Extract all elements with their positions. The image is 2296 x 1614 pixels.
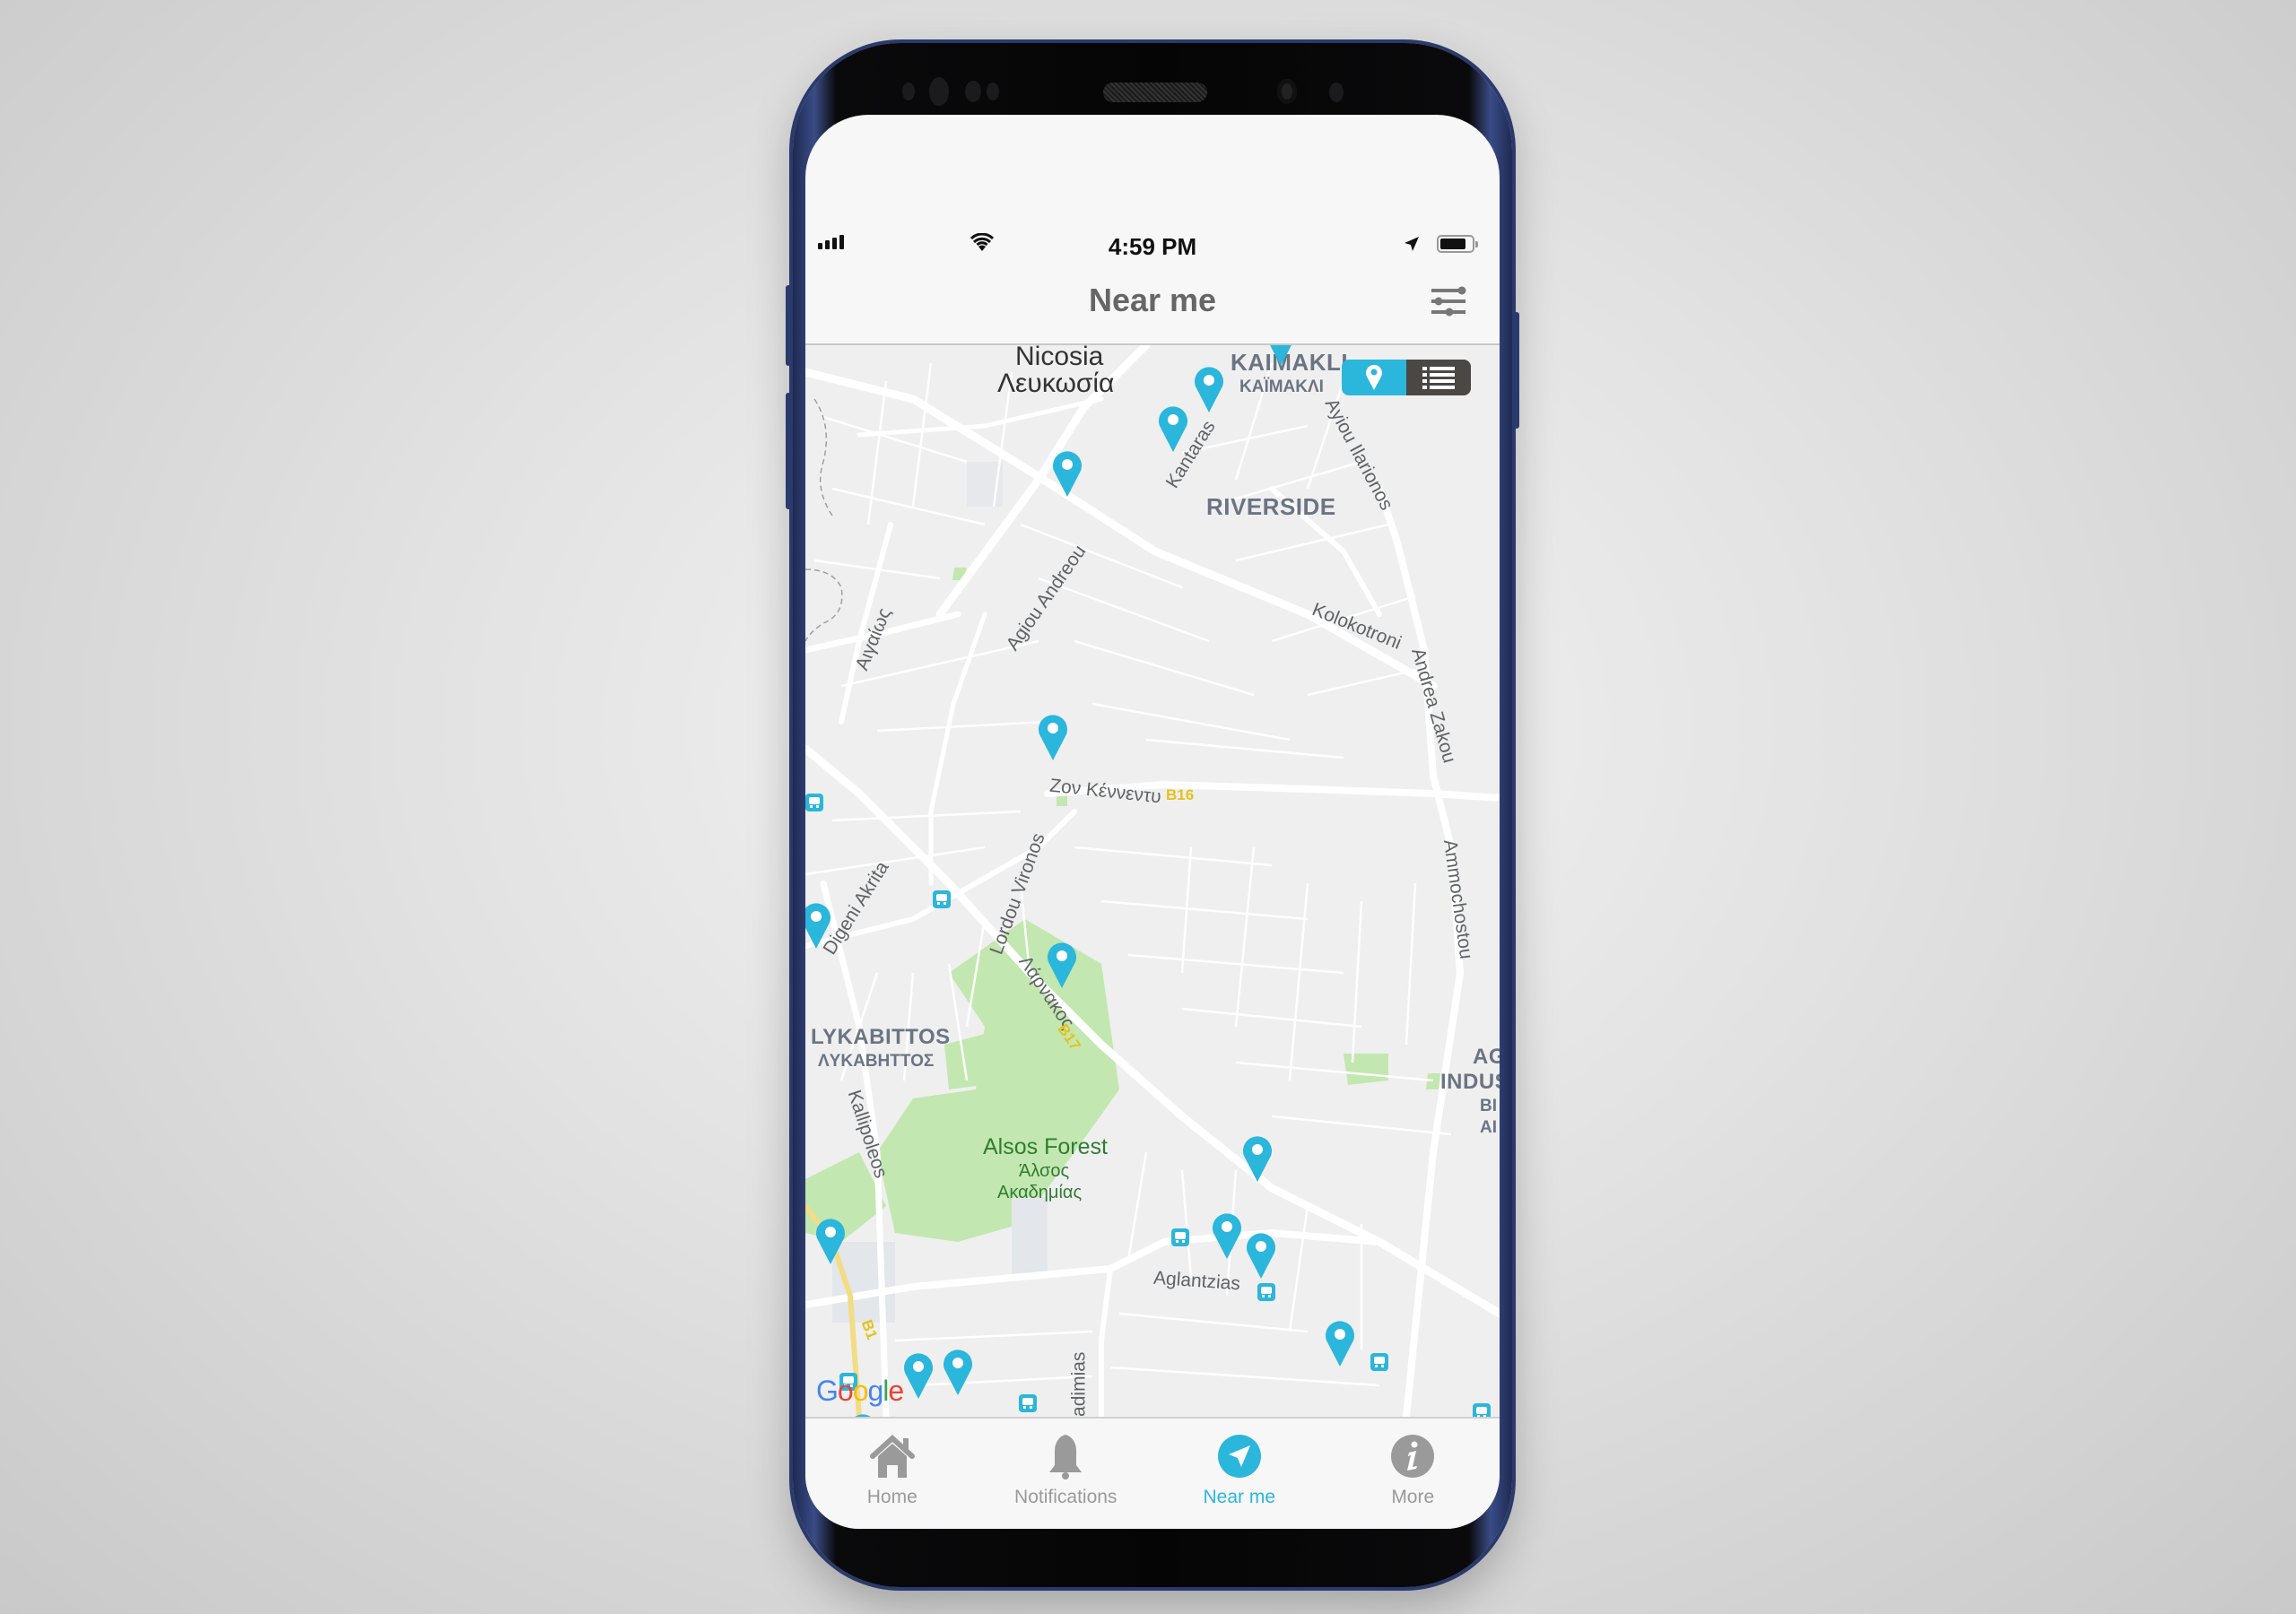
map-pin-icon[interactable] bbox=[1037, 713, 1069, 761]
map-label-alsos-greek-1: Άλσος bbox=[1019, 1161, 1070, 1181]
power-button bbox=[1514, 312, 1519, 429]
map-pin-icon[interactable] bbox=[814, 1217, 847, 1265]
sensor bbox=[987, 82, 999, 100]
bus-stop-icon[interactable] bbox=[1171, 1228, 1189, 1246]
phone-frame: 4:59 PM Near me Nicosia Λευκωσία KAIMAKL… bbox=[786, 43, 1519, 1587]
map-pin-icon[interactable] bbox=[805, 901, 832, 950]
map-label-riverside: RIVERSIDE bbox=[1206, 493, 1336, 520]
bus-stop-icon[interactable] bbox=[933, 890, 951, 908]
tab-near-me[interactable]: Near me bbox=[1152, 1419, 1326, 1529]
map-base-layer bbox=[805, 345, 1500, 1417]
view-toggle bbox=[1342, 360, 1471, 395]
map-pin-icon[interactable] bbox=[942, 1348, 974, 1396]
map-label-industrial: BI bbox=[1480, 1097, 1497, 1115]
park bbox=[944, 1027, 1021, 1089]
map-pin-icon[interactable] bbox=[902, 1351, 935, 1400]
bus-stop-icon[interactable] bbox=[805, 794, 823, 811]
bus-stop-icon[interactable] bbox=[1257, 1283, 1275, 1301]
bus-stop-icon[interactable] bbox=[1473, 1403, 1491, 1417]
map-label-alsos-greek-2: Ακαδημίας bbox=[997, 1183, 1083, 1202]
google-attribution-logo[interactable]: Google bbox=[816, 1375, 904, 1408]
map-label-city-greek: Λευκωσία bbox=[997, 369, 1115, 398]
volume-button bbox=[786, 285, 791, 366]
map-view-button[interactable] bbox=[1342, 360, 1406, 395]
map-label-lykabittos-greek: ΛYKABHTTOΣ bbox=[818, 1052, 935, 1071]
bixby-button bbox=[786, 393, 791, 509]
map-view[interactable]: Nicosia Λευκωσία KAIMAKLI KAÏMAKΛI RIVER… bbox=[805, 345, 1500, 1417]
home-icon bbox=[869, 1434, 915, 1478]
built-area bbox=[1012, 1197, 1048, 1278]
map-label-industrial: AG bbox=[1473, 1045, 1500, 1069]
iris-scanner bbox=[929, 77, 949, 106]
map-pin-icon[interactable] bbox=[1193, 365, 1225, 413]
boundary bbox=[813, 398, 833, 516]
status-time: 4:59 PM bbox=[1108, 233, 1197, 260]
sliders-filter-icon[interactable] bbox=[1428, 283, 1469, 319]
earpiece-speaker bbox=[1103, 82, 1207, 102]
map-label-alsos-forest: Alsos Forest bbox=[983, 1134, 1108, 1159]
sensor bbox=[902, 82, 915, 100]
map-pin-icon[interactable] bbox=[1157, 404, 1189, 453]
navigation-arrow-icon bbox=[1217, 1435, 1261, 1478]
list-icon bbox=[1422, 367, 1455, 389]
road bbox=[1099, 1266, 1113, 1417]
map-pin-icon[interactable] bbox=[1051, 449, 1083, 498]
map-label-kaimakli-greek: KAÏMAKΛI bbox=[1239, 377, 1324, 396]
front-camera bbox=[1277, 79, 1297, 104]
map-pin-icon[interactable] bbox=[1245, 1231, 1277, 1280]
boundary bbox=[805, 568, 843, 642]
map-pin-icon[interactable] bbox=[1241, 1134, 1274, 1183]
route-label-b16: B16 bbox=[1166, 786, 1195, 803]
map-label-industrial: INDUS bbox=[1440, 1070, 1500, 1094]
map-pin-icon[interactable] bbox=[1265, 345, 1297, 367]
tab-more[interactable]: More bbox=[1326, 1419, 1500, 1529]
map-pin-icon[interactable] bbox=[1324, 1319, 1356, 1367]
park bbox=[1426, 1073, 1440, 1089]
map-pin-icon[interactable] bbox=[1211, 1211, 1243, 1260]
tab-label: Near me bbox=[1203, 1487, 1276, 1507]
tab-label: More bbox=[1391, 1487, 1435, 1507]
bottom-tab-bar: Home Notifications Near me More bbox=[805, 1419, 1500, 1529]
sensor bbox=[965, 81, 981, 102]
tab-label: Home bbox=[866, 1487, 918, 1507]
map-pin-icon[interactable] bbox=[1046, 941, 1078, 989]
map-label-industrial: AI bbox=[1480, 1118, 1497, 1137]
map-label-lykabittos: LYKABITTOS bbox=[811, 1025, 951, 1049]
road bbox=[857, 396, 1104, 438]
bell-icon bbox=[1049, 1435, 1083, 1480]
map-pin-icon bbox=[1366, 364, 1382, 390]
list-view-button[interactable] bbox=[1406, 360, 1471, 395]
app-screen: 4:59 PM Near me Nicosia Λευκωσία KAIMAKL… bbox=[805, 115, 1500, 1529]
park bbox=[1344, 1054, 1388, 1085]
bus-stop-icon[interactable] bbox=[1370, 1353, 1388, 1371]
tab-notifications[interactable]: Notifications bbox=[979, 1419, 1153, 1529]
tab-home[interactable]: Home bbox=[805, 1419, 979, 1529]
street-label: kadimias bbox=[1068, 1351, 1090, 1417]
bus-stop-icon[interactable] bbox=[1019, 1394, 1037, 1412]
location-arrow-icon bbox=[1405, 237, 1419, 251]
page-title: Near me bbox=[1088, 282, 1217, 318]
road bbox=[1376, 485, 1465, 1417]
sensor bbox=[1329, 82, 1344, 102]
tab-label: Notifications bbox=[1014, 1487, 1118, 1507]
battery-icon bbox=[1437, 235, 1478, 253]
info-icon bbox=[1391, 1435, 1435, 1478]
